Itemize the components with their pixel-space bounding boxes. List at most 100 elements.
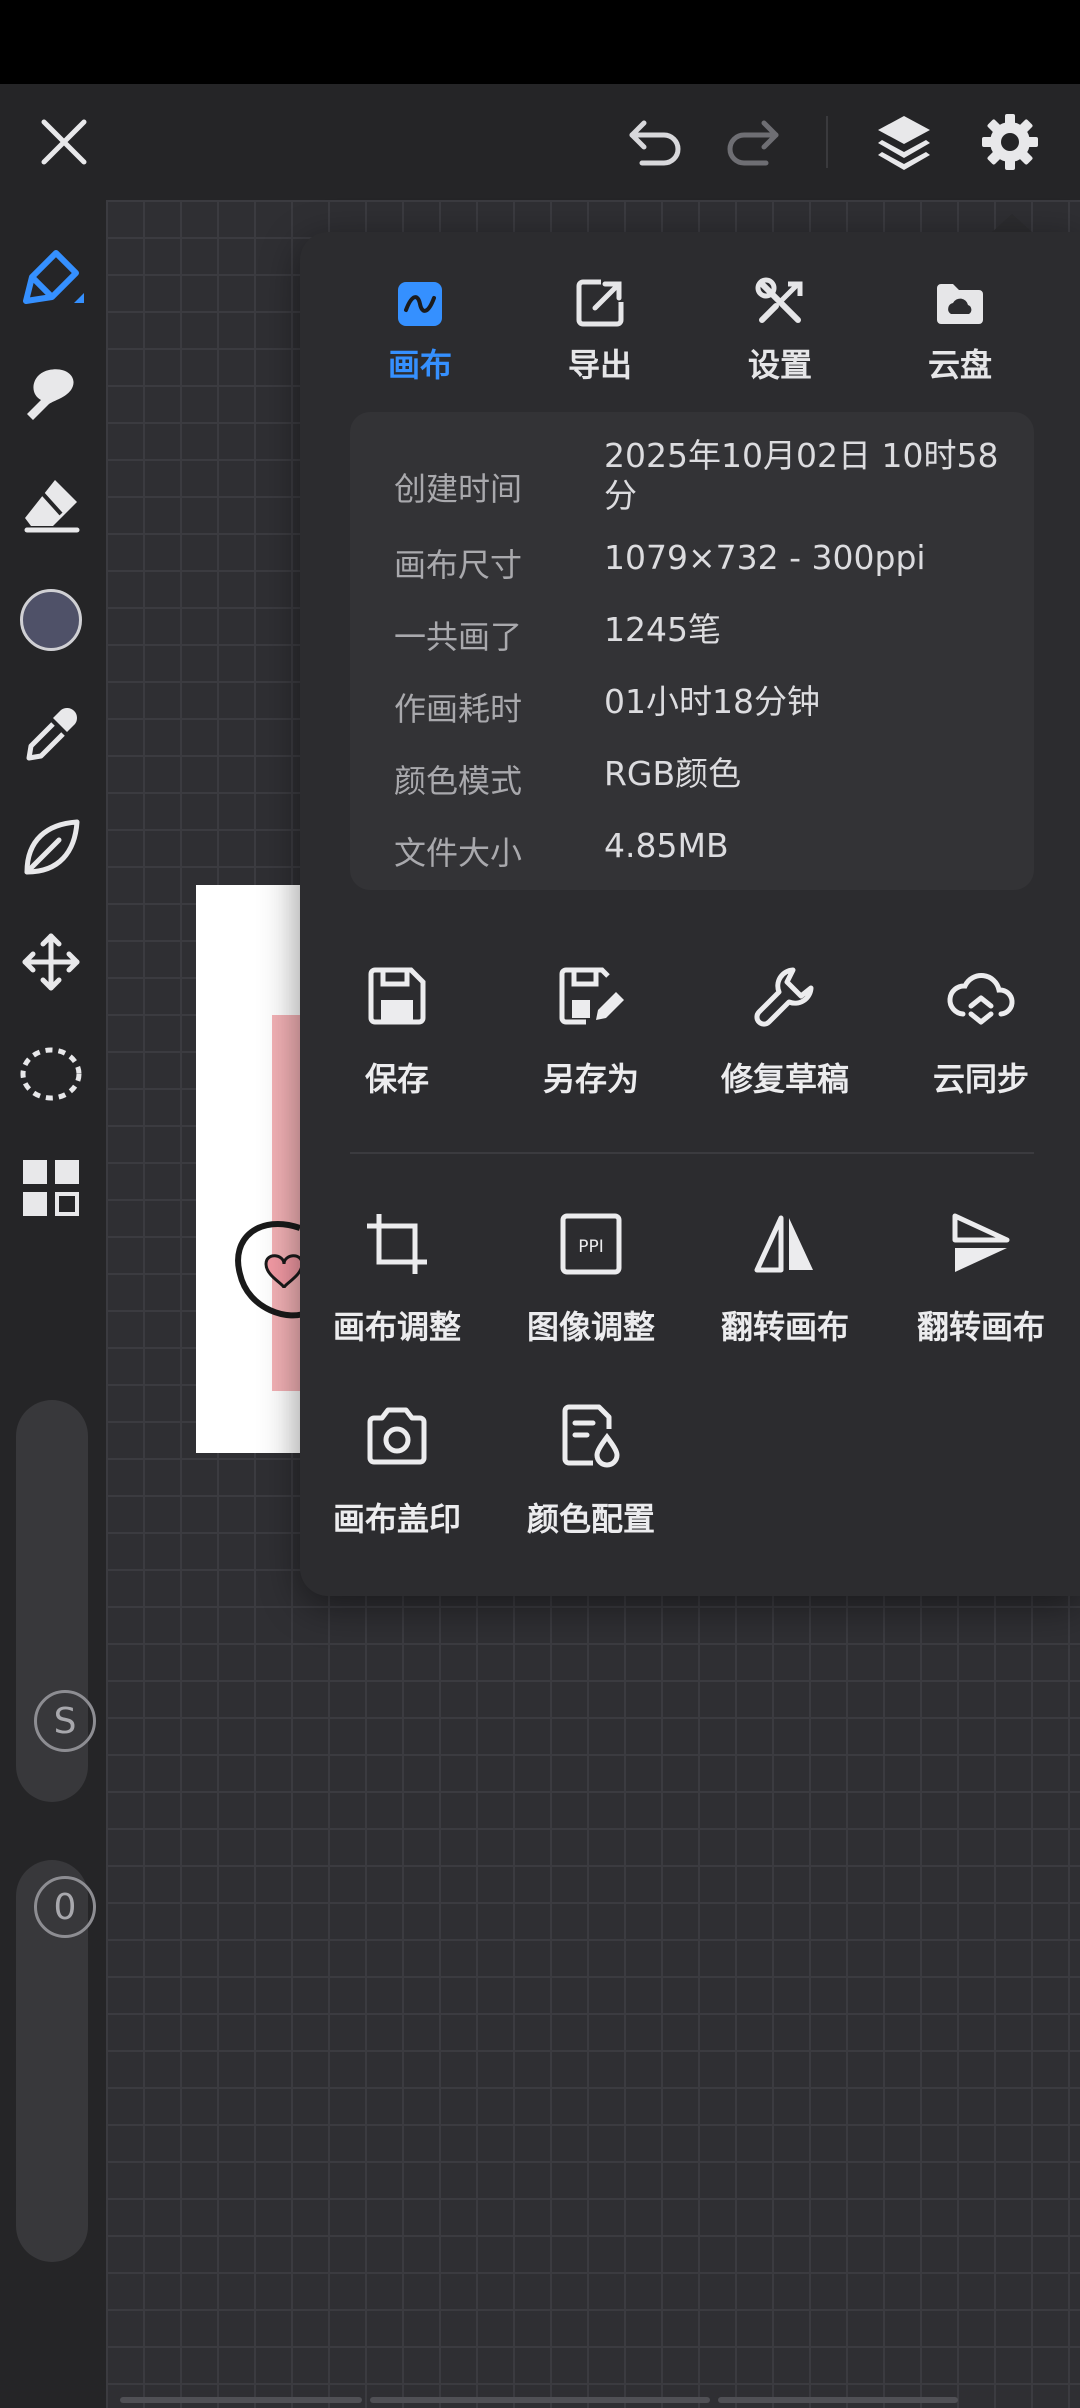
info-value: 2025年10月02日 10时58分 [604,436,999,515]
flip-horizontal-icon [754,1215,813,1273]
tab-export[interactable]: 导出 [530,268,670,384]
cloud-sync-icon [947,973,1015,1025]
info-row-duration: 作画耗时 01小时18分钟 [350,674,1034,734]
leaf-icon [24,819,80,875]
tab-settings[interactable]: 设置 [710,268,850,384]
tab-canvas[interactable]: 画布 [350,268,490,384]
close-button[interactable] [24,102,104,182]
settings-button[interactable] [970,102,1050,182]
info-value-clip: 2025年10月02日 10时58分 [604,436,1004,516]
info-label: 画布尺寸 [394,546,523,584]
brush-opacity-badge: 0 [34,1876,96,1938]
color-picker-swatch[interactable] [13,582,89,658]
info-value: RGB颜色 [604,754,742,793]
camera-icon [367,1407,427,1465]
tab-export-label: 导出 [567,346,632,384]
undo-button[interactable] [616,102,696,182]
info-row-size: 画布尺寸 1079×732 - 300ppi [350,530,1034,590]
more-tools[interactable] [13,1150,89,1226]
tab-cloud-drive[interactable]: 云盘 [890,268,1030,384]
current-color-swatch [20,589,82,651]
canvas-adjust-button[interactable]: 画布调整 [302,1204,492,1364]
brush-size-badge: S [34,1690,96,1752]
image-adjust-button[interactable]: PPI 图像调整 [496,1204,686,1364]
save-label: 保存 [364,1060,429,1098]
flip-horizontal-label: 翻转画布 [720,1308,849,1346]
save-button[interactable]: 保存 [302,956,492,1116]
smudge-tool[interactable] [13,354,89,430]
info-value: 1245笔 [604,610,721,649]
panel-caret [990,214,1034,234]
cloud-sync-button[interactable]: 云同步 [886,956,1076,1116]
flip-vertical-button[interactable]: 翻转画布 [886,1204,1076,1364]
layers-button[interactable] [864,102,944,182]
info-value: 1079×732 - 300ppi [604,538,926,577]
eraser-icon [24,480,80,533]
info-row-color-mode: 颜色模式 RGB颜色 [350,746,1034,806]
move-icon [22,933,80,991]
tools-settings-icon [755,277,803,323]
smudge-icon [27,369,74,420]
info-label: 一共画了 [394,618,523,656]
tab-cloud-drive-label: 云盘 [927,346,992,384]
lasso-tool[interactable] [13,1036,89,1112]
info-label: 作画耗时 [394,690,523,728]
color-profile-button[interactable]: 颜色配置 [496,1396,686,1556]
info-label: 文件大小 [394,834,523,872]
save-as-icon [559,967,624,1025]
repair-draft-label: 修复草稿 [720,1060,849,1098]
info-label: 创建时间 [394,470,523,508]
layers-icon [878,116,930,170]
save-as-label: 另存为 [542,1060,639,1098]
eraser-tool[interactable] [13,466,89,542]
grid-apps-icon [23,1160,79,1216]
flip-horizontal-button[interactable]: 翻转画布 [690,1204,880,1364]
info-label: 颜色模式 [394,762,523,800]
brush-opacity-slider[interactable]: 0 [16,1860,96,2262]
color-profile-label: 颜色配置 [526,1500,655,1538]
status-bar [0,0,1080,84]
brush-tool[interactable] [13,240,89,316]
gear-icon [982,114,1038,170]
shape-tool[interactable] [13,810,89,886]
info-row-strokes: 一共画了 1245笔 [350,602,1034,662]
canvas-adjust-label: 画布调整 [332,1308,461,1346]
cloud-sync-label: 云同步 [932,1060,1029,1098]
export-icon [576,279,624,327]
info-value: 01小时18分钟 [604,682,820,721]
ppi-icon: PPI [560,1213,622,1275]
wrench-icon [754,967,814,1027]
canvas-tab-icon [398,282,442,326]
save-icon [368,967,426,1025]
undo-icon [629,120,681,166]
redo-button[interactable] [712,102,792,182]
svg-text:PPI: PPI [578,1237,604,1257]
panel-divider [350,1152,1034,1154]
brush-size-slider[interactable]: S [16,1400,96,1802]
tab-canvas-label: 画布 [387,346,452,384]
image-adjust-label: 图像调整 [526,1308,655,1346]
pen-icon [23,250,84,304]
top-bar-divider [826,116,828,168]
home-indicator-1 [120,2397,362,2403]
canvas-stamp-label: 画布盖印 [332,1500,461,1538]
info-row-file-size: 文件大小 4.85MB [350,818,1034,878]
color-profile-icon [562,1404,620,1468]
save-as-button[interactable]: 另存为 [496,956,686,1116]
tab-settings-label: 设置 [747,346,812,384]
transform-tool[interactable] [13,924,89,1000]
eyedropper-tool[interactable] [13,696,89,772]
flip-vertical-label: 翻转画布 [916,1308,1045,1346]
canvas-stamp-button[interactable]: 画布盖印 [302,1396,492,1556]
repair-draft-button[interactable]: 修复草稿 [690,956,880,1116]
home-indicator-2 [370,2397,710,2403]
info-value: 4.85MB [604,826,729,865]
canvas-info-card: 创建时间 2025年10月02日 10时58分 画布尺寸 1079×732 - … [350,412,1034,890]
redo-icon [727,120,779,166]
lasso-icon [20,1047,82,1101]
flip-vertical-icon [952,1213,1010,1272]
cloud-drive-icon [937,284,983,324]
eyedropper-icon [26,708,77,761]
close-icon [41,119,87,165]
home-indicator-3 [718,2397,958,2403]
